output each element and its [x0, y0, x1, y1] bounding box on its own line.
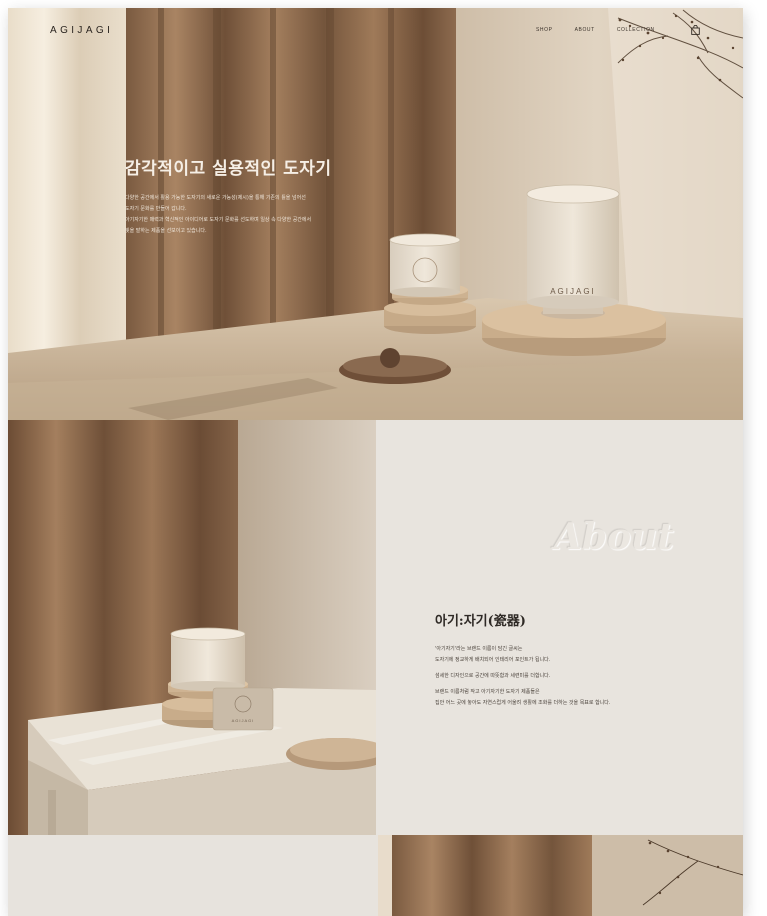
about-heading: 아기:자기(瓷器): [435, 614, 526, 629]
cup-stamp: AGIJAGI: [550, 287, 596, 296]
brand-logo[interactable]: AGIJAGI: [50, 25, 113, 36]
about-text-line: '아기자기'라는 브랜드 이름이 담긴 글씨는: [435, 646, 523, 652]
about-photo: AGIJAGI: [8, 420, 376, 835]
about-image: AGIJAGI: [8, 420, 376, 835]
hero-text-line: 아기자기한 매력과 혁신적인 아이디어로 도자기 문화를 선도하며 일상 속 다…: [125, 217, 312, 223]
about-watermark: About: [554, 516, 674, 558]
about-text-line: 섬세한 디자인으로 공간에 따뜻함과 세련미를 더합니다.: [435, 673, 551, 679]
about-text-line: 집안 어느 곳에 놓아도 자연스럽게 어울려 생활에 조화를 더하는 것을 목표…: [435, 700, 611, 706]
about-text-line: 도자기에 정교하게 배치되어 인테리어 포인트가 됩니다.: [435, 657, 551, 663]
hero-text-line: 빛을 발하는 제품을 선보이고 있습니다.: [125, 228, 207, 234]
landing-page: AGIJAGI AGIJAGI SHOP ABOUT COLLECTION 감각…: [8, 8, 743, 916]
hero-section: AGIJAGI AGIJAGI SHOP ABOUT COLLECTION 감각…: [8, 8, 743, 420]
hero-title: 감각적이고 실용적인 도자기: [125, 159, 332, 179]
card-text: AGIJAGI: [232, 718, 255, 723]
hero-copy: 감각적이고 실용적인 도자기 다양한 공간에서 활용 가능한 도자기의 새로운 …: [125, 154, 385, 237]
hero-text-line: 도자기 문화를 만들어 갑니다.: [125, 206, 187, 212]
about-body: '아기자기'라는 브랜드 이름이 담긴 글씨는 도자기에 정교하게 배치되어 인…: [435, 644, 715, 709]
about-text-line: 브랜드 이름처럼 작고 아기자기한 도자기 제품들은: [435, 689, 540, 695]
bottom-photo: [378, 835, 743, 916]
shopping-bag-icon[interactable]: [691, 25, 700, 35]
nav-item-about[interactable]: ABOUT: [575, 27, 595, 33]
hero-text-line: 다양한 공간에서 활용 가능한 도자기의 새로운 가능성(제시)을 통해 기존의…: [125, 195, 306, 201]
top-navigation: AGIJAGI SHOP ABOUT COLLECTION: [8, 8, 743, 54]
nav-menu: SHOP ABOUT COLLECTION: [536, 27, 655, 33]
bottom-image: [378, 835, 743, 916]
about-section: About 아기:자기(瓷器) '아기자기'라는 브랜드 이름이 담긴 글씨는 …: [376, 420, 743, 835]
nav-item-collection[interactable]: COLLECTION: [617, 27, 655, 33]
bottom-panel: [8, 835, 378, 916]
nav-item-shop[interactable]: SHOP: [536, 27, 553, 33]
